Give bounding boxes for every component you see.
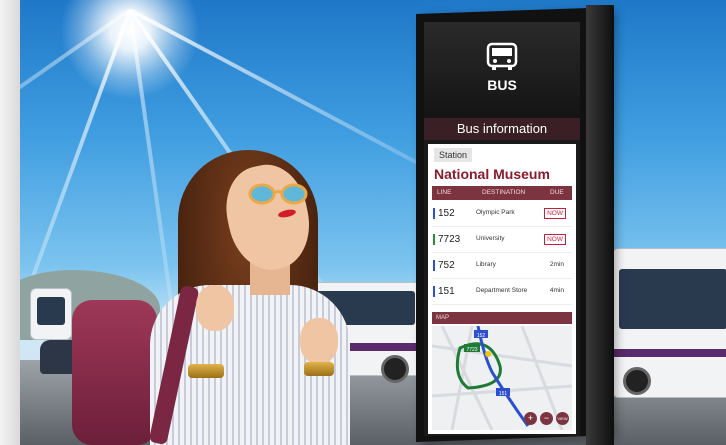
kiosk-pole <box>586 5 614 445</box>
right-hand <box>300 318 338 364</box>
route-map[interactable]: 152 7723 151 + − VIEW <box>432 326 572 430</box>
backpack <box>72 300 157 445</box>
route-due: NOW <box>544 208 566 219</box>
col-line: LINE <box>437 189 452 196</box>
route-number: 752 <box>438 260 455 271</box>
map-marker-7723: 7723 <box>466 347 477 353</box>
map-marker-151: 151 <box>499 391 508 397</box>
route-destination: Olympic Park <box>476 209 515 216</box>
route-due: NOW <box>544 234 566 245</box>
bus-label: BUS <box>487 77 517 93</box>
kiosk-screen: BUS Bus information Station National Mus… <box>424 22 580 436</box>
table-row[interactable]: 752 Library 2min <box>432 254 572 279</box>
white-pillar <box>0 0 20 445</box>
col-due: DUE <box>550 189 564 196</box>
gold-watch <box>304 362 334 376</box>
station-name: National Museum <box>434 166 550 182</box>
map-section-header: MAP <box>432 312 572 324</box>
route-number: 7723 <box>438 234 461 245</box>
route-due: 2min <box>549 261 564 268</box>
city-bus-right <box>612 248 726 398</box>
map-marker-152: 152 <box>477 333 486 339</box>
left-hand <box>196 285 234 331</box>
info-panel: Station National Museum LINE DESTINATION… <box>428 144 576 434</box>
table-row[interactable]: 151 Department Store 4min <box>432 280 572 305</box>
route-color-bar <box>433 286 435 297</box>
route-color-bar <box>433 208 435 219</box>
route-due: 4min <box>549 287 564 294</box>
route-color-bar <box>433 260 435 271</box>
bus-information-title: Bus information <box>424 118 580 140</box>
zoom-in-button[interactable]: + <box>524 412 537 425</box>
sunglasses <box>248 183 308 205</box>
zoom-out-button[interactable]: − <box>540 412 553 425</box>
route-destination: Library <box>476 261 496 268</box>
table-row[interactable]: 7723 University NOW <box>432 228 572 253</box>
departures-table-header: LINE DESTINATION DUE <box>432 186 572 200</box>
table-row[interactable]: 152 Olympic Park NOW <box>432 202 572 227</box>
route-destination: University <box>476 235 505 242</box>
station-label: Station <box>434 148 473 162</box>
route-color-bar <box>433 234 435 245</box>
distant-bus <box>30 288 72 340</box>
photo-scene: BUS Bus information Station National Mus… <box>0 0 726 445</box>
bus-icon <box>486 42 518 70</box>
route-number: 151 <box>438 286 455 297</box>
col-destination: DESTINATION <box>482 189 526 196</box>
route-destination: Department Store <box>476 287 528 294</box>
route-number: 152 <box>438 208 455 219</box>
gold-bracelet <box>188 364 224 378</box>
view-button[interactable]: VIEW <box>556 412 569 425</box>
